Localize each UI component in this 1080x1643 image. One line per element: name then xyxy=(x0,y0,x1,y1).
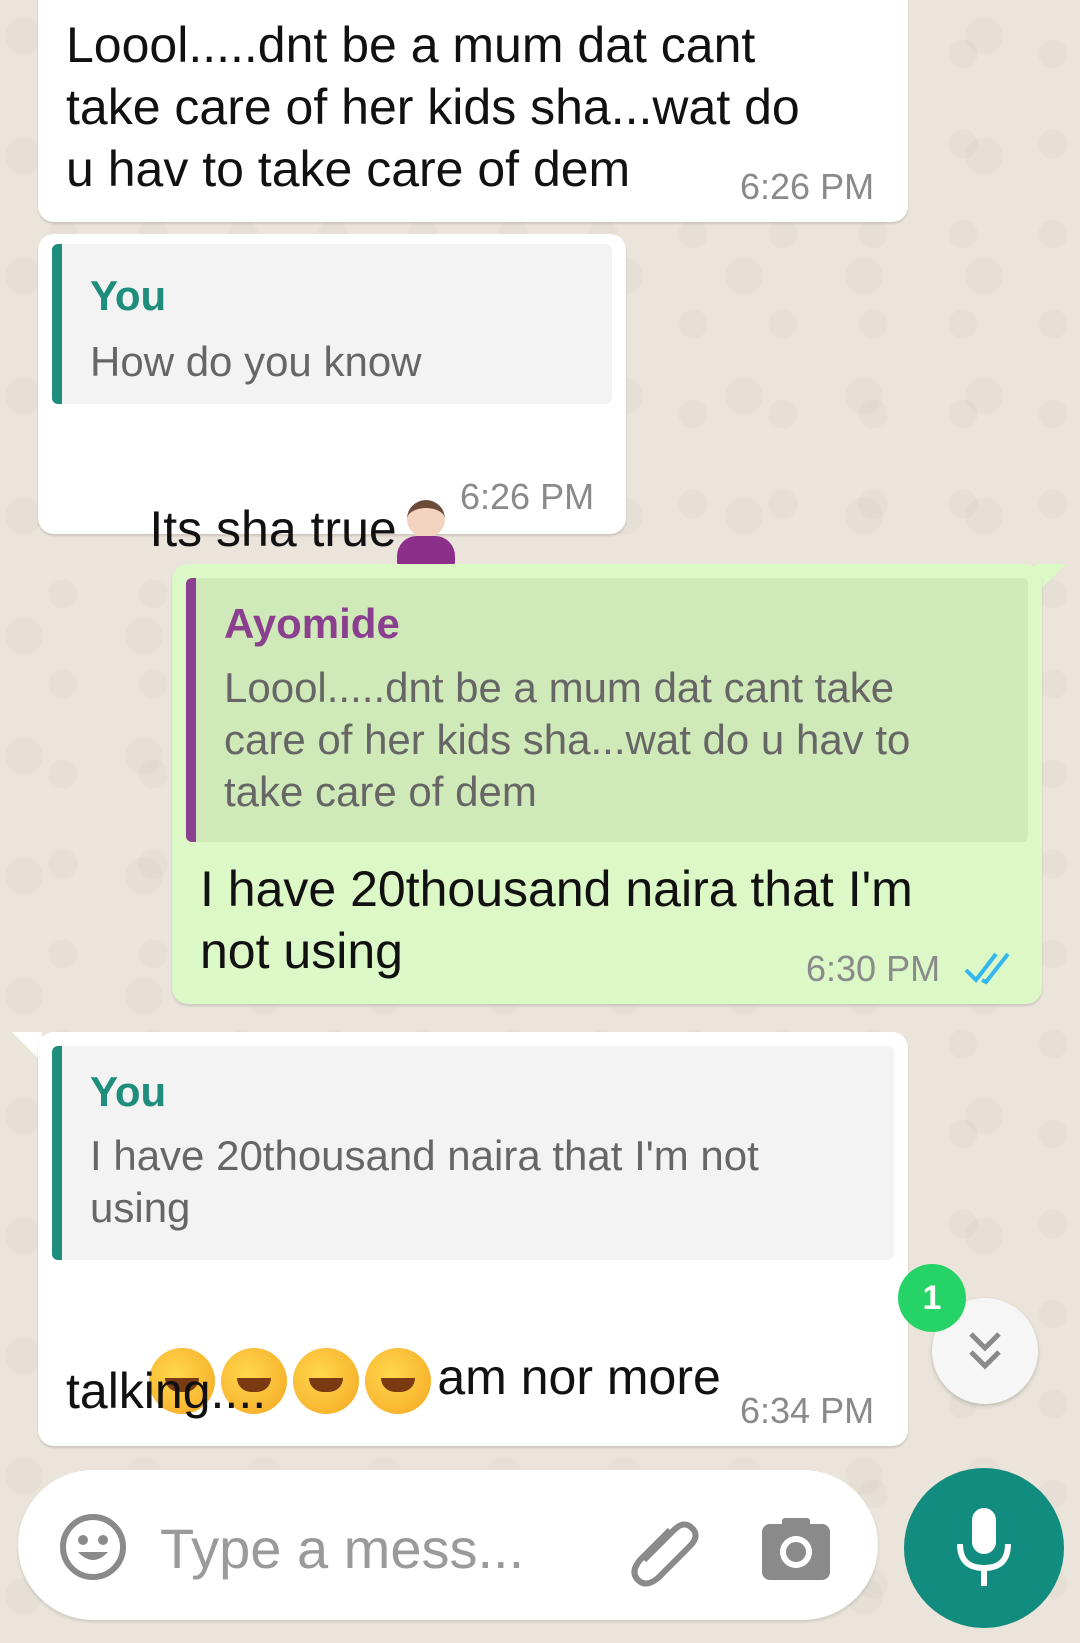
person-shrugging-icon xyxy=(396,499,455,566)
message-time: 6:34 PM xyxy=(740,1390,875,1431)
paperclip-icon[interactable] xyxy=(624,1510,704,1590)
quote-author: Ayomide xyxy=(224,600,400,647)
voice-record-button[interactable] xyxy=(904,1468,1064,1628)
message-time: 6:26 PM xyxy=(740,166,875,207)
double-check-read-icon xyxy=(964,952,1010,985)
quote-text: Loool.....dnt be a mum dat cant take car… xyxy=(224,664,911,815)
quote-author: You xyxy=(90,272,167,319)
quote-text: How do you know xyxy=(90,338,422,385)
message-bubble[interactable]: Ayomide Loool.....dnt be a mum dat cant … xyxy=(172,564,1042,1004)
chat-area: Loool.....dnt be a mum dat cant take car… xyxy=(0,0,1080,1643)
rolling-laughing-icon xyxy=(365,1347,432,1414)
message-bubble[interactable]: You I have 20thousand naira that I'm not… xyxy=(38,1032,908,1446)
quoted-message[interactable]: Ayomide Loool.....dnt be a mum dat cant … xyxy=(186,578,1028,842)
emoji-icon[interactable] xyxy=(58,1512,128,1582)
message-text-line1: am nor more xyxy=(437,1349,721,1405)
message-text: Loool.....dnt be a mum dat cant take car… xyxy=(66,17,800,197)
microphone-icon xyxy=(957,1508,1011,1586)
quoted-message[interactable]: You How do you know xyxy=(52,244,612,404)
rolling-laughing-icon xyxy=(293,1347,360,1414)
message-text-line2: talking.... xyxy=(66,1363,267,1419)
message-bubble[interactable]: Loool.....dnt be a mum dat cant take car… xyxy=(38,0,908,222)
message-text-content: Its sha true xyxy=(149,501,397,557)
camera-icon[interactable] xyxy=(758,1514,834,1584)
message-input-bar: Type a mess... xyxy=(18,1470,878,1620)
double-chevron-down-icon xyxy=(969,1332,1001,1370)
message-time: 6:26 PM xyxy=(460,476,595,517)
quote-author: You xyxy=(90,1068,167,1115)
unread-badge: 1 xyxy=(898,1264,966,1332)
quote-text: I have 20thousand naira that I'm not usi… xyxy=(90,1132,759,1231)
message-bubble[interactable]: You How do you know Its sha true 6:26 PM xyxy=(38,234,626,566)
message-time: 6:30 PM xyxy=(806,948,941,989)
quoted-message[interactable]: You I have 20thousand naira that I'm not… xyxy=(52,1046,894,1260)
message-input[interactable]: Type a mess... xyxy=(160,1516,524,1581)
